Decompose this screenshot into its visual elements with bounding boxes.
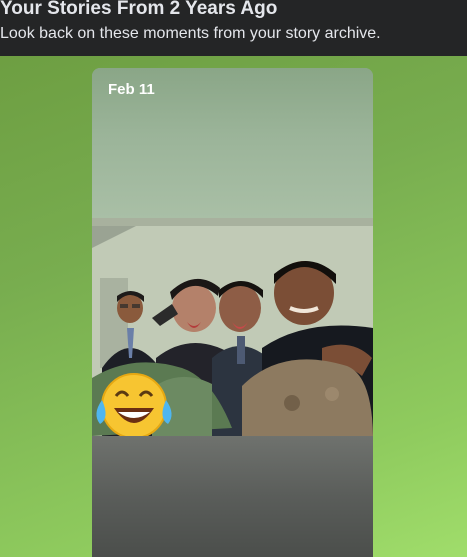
story-card[interactable]: Feb 11: [92, 68, 373, 557]
story-date: Feb 11: [108, 81, 155, 98]
memories-title: Your Stories From 2 Years Ago: [0, 0, 278, 19]
story-bottom-gradient: [92, 436, 373, 557]
photo-illustration: [92, 218, 373, 436]
group-selfie-photo: [92, 218, 373, 436]
memories-subtitle: Look back on these moments from your sto…: [0, 25, 381, 42]
memories-header: Your Stories From 2 Years Ago Look back …: [0, 0, 467, 56]
